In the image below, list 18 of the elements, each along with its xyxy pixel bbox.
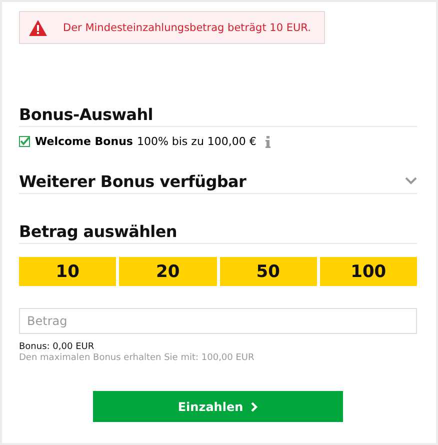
section-heading: Betrag auswählen	[19, 222, 178, 241]
amount-preset-button[interactable]: 50	[220, 257, 317, 286]
info-icon[interactable]	[265, 136, 272, 148]
amount-preset-button[interactable]: 10	[19, 257, 116, 286]
amount-preset-button[interactable]: 100	[320, 257, 417, 286]
warning-icon	[29, 20, 47, 36]
chevron-down-icon[interactable]	[405, 177, 417, 185]
amount-input[interactable]: Betrag	[19, 308, 417, 334]
bonus-name: Welcome Bonus	[35, 135, 133, 148]
section-heading: Bonus-Auswahl	[19, 105, 153, 124]
chevron-right-icon	[251, 402, 258, 412]
section-heading: Weiterer Bonus verfügbar	[19, 172, 246, 191]
amount-preset-button[interactable]: 20	[119, 257, 216, 286]
bonus-description: 100% bis zu 100,00 €	[136, 135, 256, 148]
checkbox[interactable]	[19, 136, 30, 147]
bonus-info: Bonus: 0,00 EUR	[19, 342, 96, 352]
alert-message: Der Mindesteinzahlungsbetrag beträgt 10 EUR.	[63, 22, 311, 34]
max-bonus-hint: Den maximalen Bonus erhalten Sie mit: 100,00 EUR	[19, 353, 256, 363]
